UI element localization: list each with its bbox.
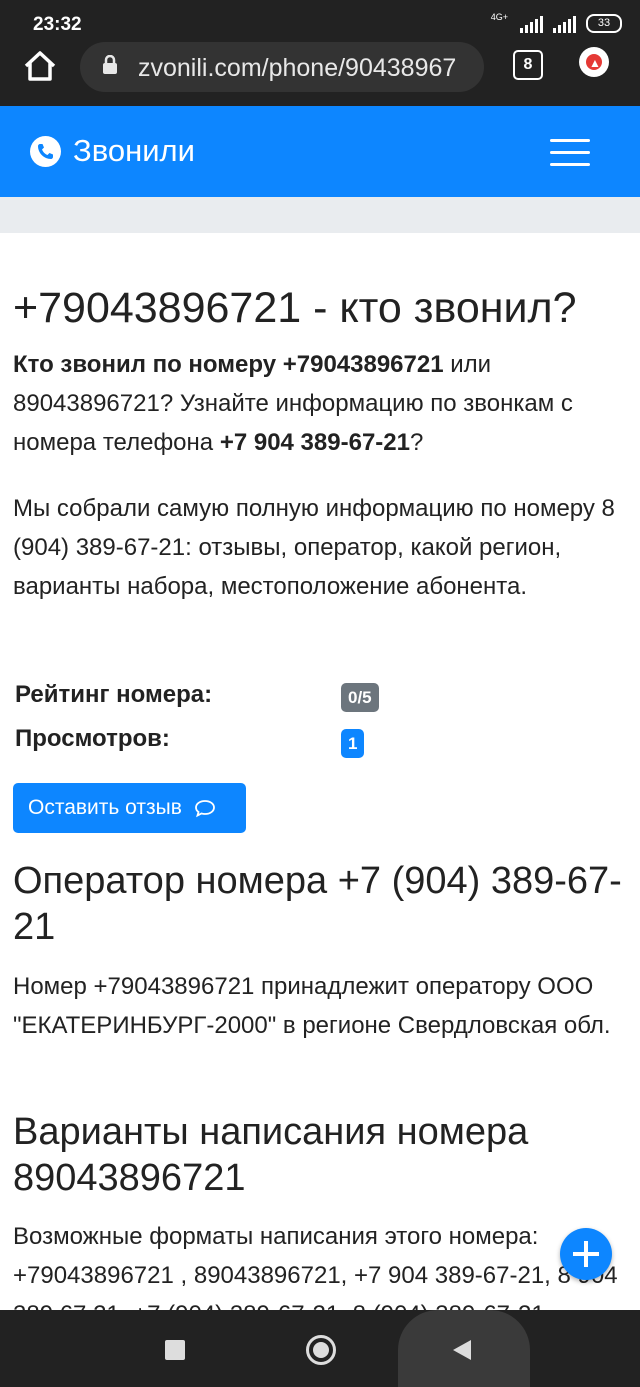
views-row: Просмотров: 1: [15, 721, 415, 765]
home-circle-icon[interactable]: [306, 1335, 336, 1365]
summary-paragraph: Мы собрали самую полную информацию по но…: [13, 495, 615, 600]
address-bar[interactable]: zvonili.com/phone/90438967: [80, 42, 484, 92]
chat-icon: [194, 800, 215, 818]
ad-placeholder: [0, 197, 640, 233]
browser-toolbar: zvonili.com/phone/90438967 8 ▲: [0, 42, 640, 106]
home-icon[interactable]: [20, 46, 60, 86]
update-icon[interactable]: ▲: [579, 47, 609, 77]
intro-bold-2: +7 904 389-67-21: [219, 429, 410, 456]
back-button[interactable]: [398, 1310, 530, 1387]
rating-badge: 0/5: [341, 683, 379, 712]
page-title: +79043896721 - кто звонил?: [13, 284, 577, 332]
battery-icon: 33: [586, 14, 622, 33]
menu-icon[interactable]: [550, 139, 590, 167]
signal-icon: [520, 15, 543, 33]
views-badge: 1: [341, 729, 365, 758]
status-bar: 23:32 4G+ 33: [0, 0, 640, 42]
number-stats: Рейтинг номера: 0/5 Просмотров: 1: [15, 677, 415, 765]
system-nav-bar: [0, 1310, 640, 1387]
views-label: Просмотров:: [15, 725, 170, 752]
leave-review-button[interactable]: Оставить отзыв: [13, 783, 246, 833]
lock-icon: [103, 55, 117, 74]
back-icon: [453, 1340, 471, 1360]
status-time: 23:32: [33, 14, 82, 35]
tabs-icon[interactable]: 8: [513, 50, 543, 80]
operator-paragraph: Номер +79043896721 принадлежит оператору…: [13, 973, 611, 1039]
operator-heading: Оператор номера +7 (904) 389-67-21: [13, 860, 622, 948]
intro-bold-1: Кто звонил по номеру +79043896721: [13, 351, 444, 378]
url-text: zvonili.com/phone/90438967: [138, 54, 457, 82]
intro-paragraph: Кто звонил по номеру +79043896721 или 89…: [13, 345, 628, 462]
main-content: +79043896721 - кто звонил? Кто звонил по…: [0, 233, 640, 1310]
rating-row: Рейтинг номера: 0/5: [15, 677, 415, 721]
variants-heading: Варианты написания номера 89043896721: [13, 1111, 529, 1199]
site-header: Звонили: [0, 106, 640, 197]
rating-label: Рейтинг номера:: [15, 681, 213, 708]
intro-text-2: ?: [409, 429, 424, 456]
signal-icon-2: [553, 15, 576, 33]
site-logo[interactable]: Звонили: [73, 133, 195, 169]
status-icons: 4G+ 33: [490, 12, 622, 33]
network-type: 4G+: [490, 12, 508, 22]
add-icon[interactable]: [560, 1228, 612, 1280]
recents-icon[interactable]: [165, 1340, 185, 1360]
variants-paragraph: Возможные форматы написания этого номера…: [13, 1223, 618, 1310]
leave-review-label: Оставить отзыв: [28, 796, 182, 819]
phone-icon: [30, 136, 61, 167]
